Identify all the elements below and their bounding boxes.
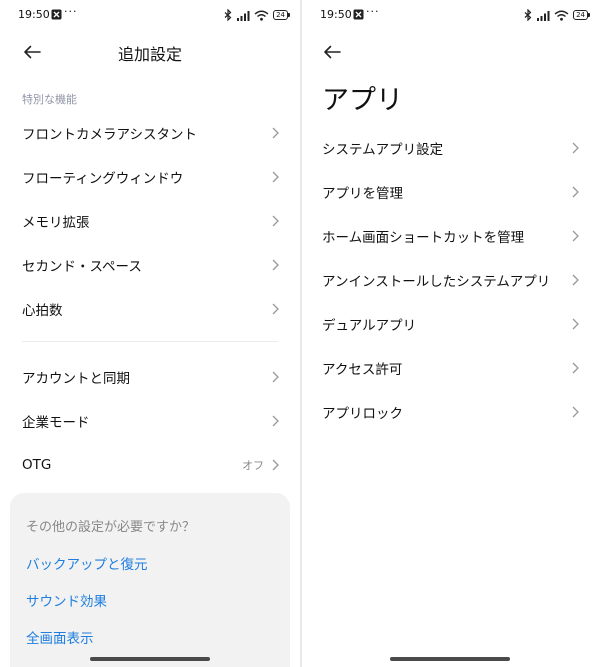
page-title: 追加設定 [117,45,182,64]
chevron-right-icon [572,318,579,330]
chevron-right-icon [272,259,279,271]
back-arrow-icon [324,45,341,59]
chevron-right-icon [272,127,279,139]
list-item-dual-apps[interactable]: デュアルアプリ [302,302,600,346]
status-bar: 19:50 ··· 24 [0,0,300,30]
back-button[interactable] [320,40,344,64]
status-time: 19:50 [18,8,50,21]
list-item-label: 心拍数 [22,303,63,319]
home-indicator[interactable] [390,657,510,661]
list-item-label: アカウントと同期 [22,371,130,387]
chevron-right-icon [272,415,279,427]
apps-screen: 19:50 ··· 24 アプリ システムアプリ設定 アプリを管理 ホーム画面シ… [302,0,600,667]
list-item-label: アンインストールしたシステムアプリ [322,274,551,290]
list-item-otg[interactable]: OTG オフ [0,443,300,487]
list-item-enterprise-mode[interactable]: 企業モード [0,399,300,443]
chevron-right-icon [272,371,279,383]
additional-settings-screen: 19:50 ··· 24 追加設定 特別な機能 フロントカメラアシスタント フロ… [0,0,300,667]
signal-icon [237,10,250,21]
wifi-icon [554,10,569,21]
list-item-label: フロントカメラアシスタント [22,127,197,143]
list-item-label: ホーム画面ショートカットを管理 [322,230,525,246]
battery-icon: 24 [273,10,290,20]
chevron-right-icon [572,274,579,286]
account-settings-list: アカウントと同期 企業モード OTG オフ [0,355,300,487]
list-item-label: 企業モード [22,415,90,431]
list-item-front-camera-assistant[interactable]: フロントカメラアシスタント [0,111,300,155]
list-item-app-lock[interactable]: アプリロック [302,390,600,434]
list-item-accounts-sync[interactable]: アカウントと同期 [0,355,300,399]
battery-level: 24 [573,10,588,20]
list-item-label: アプリロック [322,406,403,422]
chevron-right-icon [572,142,579,154]
signal-icon [537,10,550,21]
page-title: アプリ [322,85,403,116]
home-indicator[interactable] [90,657,210,661]
more-settings-title: その他の設定が必要ですか？ [26,520,196,535]
link-sound-effects[interactable]: サウンド効果 [26,590,107,610]
list-item-uninstalled-system-apps[interactable]: アンインストールしたシステムアプリ [302,258,600,302]
list-item-permissions[interactable]: アクセス許可 [302,346,600,390]
battery-icon: 24 [573,10,590,20]
list-item-memory-extension[interactable]: メモリ拡張 [0,199,300,243]
list-item-label: システムアプリ設定 [322,142,444,158]
status-icons: 24 [224,8,290,22]
more-settings-card: その他の設定が必要ですか？ バックアップと復元 サウンド効果 全画面表示 [10,493,290,667]
otg-status-value: オフ [242,459,264,472]
status-more-dots: ··· [366,5,380,18]
chevron-right-icon [572,230,579,242]
list-item-label: デュアルアプリ [322,318,417,334]
status-icons: 24 [524,8,590,22]
wifi-icon [254,10,269,21]
status-bar: 19:50 ··· 24 [302,0,600,30]
list-item-label: OTG [22,457,52,473]
chevron-right-icon [272,215,279,227]
list-item-label: アプリを管理 [322,186,403,202]
chevron-right-icon [572,406,579,418]
bluetooth-icon [524,9,532,21]
list-item-second-space[interactable]: セカンド・スペース [0,243,300,287]
list-item-floating-window[interactable]: フローティングウィンドウ [0,155,300,199]
chevron-right-icon [572,362,579,374]
status-more-dots: ··· [64,5,78,18]
special-features-list: フロントカメラアシスタント フローティングウィンドウ メモリ拡張 セカンド・スペ… [0,111,300,331]
chevron-right-icon [572,186,579,198]
list-item-label: アクセス許可 [322,362,403,378]
list-item-heart-rate[interactable]: 心拍数 [0,287,300,331]
app-notification-icon [51,9,62,20]
list-item-label: メモリ拡張 [22,215,90,231]
bluetooth-icon [224,9,232,21]
list-item-label: フローティングウィンドウ [22,171,184,187]
chevron-right-icon [272,303,279,315]
link-backup-restore[interactable]: バックアップと復元 [26,553,148,573]
chevron-right-icon [272,459,279,471]
list-item-system-app-settings[interactable]: システムアプリ設定 [302,126,600,170]
status-time: 19:50 [320,8,352,21]
list-item-label: セカンド・スペース [22,259,142,275]
list-item-manage-home-shortcuts[interactable]: ホーム画面ショートカットを管理 [302,214,600,258]
apps-settings-list: システムアプリ設定 アプリを管理 ホーム画面ショートカットを管理 アンインストー… [302,126,600,434]
chevron-right-icon [272,171,279,183]
battery-level: 24 [273,10,288,20]
app-notification-icon [353,9,364,20]
section-divider [22,341,278,342]
list-item-manage-apps[interactable]: アプリを管理 [302,170,600,214]
section-label-special-features: 特別な機能 [22,93,77,106]
link-fullscreen-display[interactable]: 全画面表示 [26,627,94,647]
